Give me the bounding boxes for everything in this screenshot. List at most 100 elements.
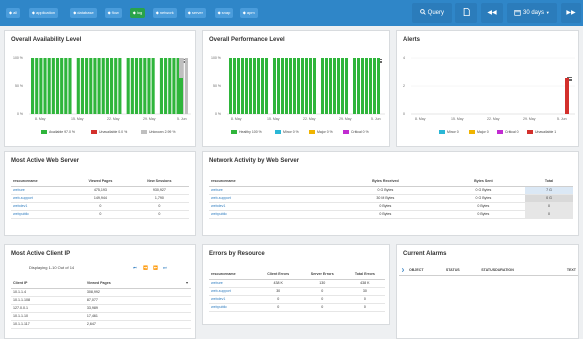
resource-link[interactable]: web-support [209,287,257,296]
client-ip-cell: 10.1.1.117 [11,320,85,329]
filter-tag-server[interactable]: ◆server [184,8,206,18]
filter-tag-snap[interactable]: ◆snap [214,8,234,18]
filter-tag-all[interactable]: ◆all [6,8,21,18]
filter-tag-label: server [191,10,203,15]
legend-item[interactable]: Available 97.0 % [41,130,75,135]
pager-last-icon[interactable]: ⏭ [163,265,167,270]
pager-next-icon[interactable]: ⏩ [153,265,158,270]
column-header[interactable]: Total Errors [344,269,385,280]
legend-item[interactable]: Critical 0 [497,130,519,135]
bar-mark [281,58,284,114]
table-row[interactable]: webpublic 0 Bytes 0 Bytes 0 [209,210,573,219]
date-range-select[interactable]: 30 days ▼ [507,3,557,23]
bar-mark [297,58,300,114]
legend-item[interactable]: Minor 0 [439,130,459,135]
table-row[interactable]: webure 475,193 930,927 [11,186,189,195]
table-cell-empty [183,288,191,297]
bar-mark [168,58,172,114]
filter-tag-application[interactable]: ◆application [28,8,59,18]
table-row[interactable]: web-support 30 M Bytes 0 G Bytes 0 G [209,194,573,203]
legend-item[interactable]: Unavailable 0.0 % [91,130,127,135]
bar-mark [85,58,89,114]
resource-link[interactable]: webure [209,186,329,195]
table-cell: 0 Bytes [441,202,525,211]
legend-item[interactable]: Critical 0 % [343,130,369,135]
table-row[interactable]: webure 0 G Bytes 0 G Bytes 7 G [209,186,573,195]
viewed-pages-cell: 33,989 [84,304,183,313]
document-icon [463,8,470,17]
query-button[interactable]: Query [412,3,452,23]
table-row[interactable]: webdev1 0 0 [11,202,189,211]
column-header[interactable]: TEXT [551,265,578,276]
column-header[interactable]: Total [525,176,573,187]
table-row[interactable]: 10.1.1.4 308,992 [11,288,191,297]
column-header[interactable]: Viewed Pages [71,176,130,187]
column-header[interactable]: STATUS [443,265,480,276]
next-range-button[interactable]: ▶▶ [561,3,581,23]
table-row[interactable]: webure 438 K 130 438 K [209,279,385,288]
column-header[interactable]: Bytes Sent [441,176,525,187]
resource-link[interactable]: webure [209,279,257,288]
resource-link[interactable]: webpublic [209,303,257,312]
column-header[interactable]: Viewed Pages [84,278,183,289]
column-header[interactable]: Client IP [11,278,85,289]
table-row[interactable]: webpublic 0 0 [11,210,189,219]
bar-mark [293,58,296,114]
column-header[interactable]: resourcename [209,269,257,280]
legend-item[interactable]: Unknown 2.99 % [141,130,175,135]
resource-link[interactable]: webure [11,186,72,195]
bar-mark [241,58,244,114]
resource-link[interactable]: web-support [11,194,72,203]
expand-chevron-icon[interactable]: ❯ [399,265,407,276]
table-row[interactable]: web-support 30 0 30 [209,287,385,296]
network-table: resourcename Bytes Received Bytes Sent T… [209,176,573,219]
filter-tag-flow[interactable]: ◆flow [104,8,122,18]
sort-desc-icon[interactable]: ▼ [183,278,191,289]
bar-mark [277,58,280,114]
filter-tag-apm[interactable]: ◆apm [239,8,258,18]
column-header[interactable]: Bytes Received [329,176,442,187]
table-row[interactable]: 10.1.1.108 87,077 [11,296,191,305]
legend-item[interactable]: Major 0 [469,130,489,135]
pager-first-icon[interactable]: ⏮ [133,265,137,270]
resource-link[interactable]: webdev1 [209,295,257,304]
column-header[interactable]: Client Errors [256,269,300,280]
resource-link[interactable]: webdev1 [209,202,329,211]
current-alarms-table: ❯ OBJECT STATUS STATUSDURATION TEXT [399,265,578,276]
table-row[interactable]: web-support 149,944 1,790 [11,194,189,203]
table-cell: 0 [525,210,573,219]
filter-tag-network[interactable]: ◆network [152,8,177,18]
table-row[interactable]: webpublic 0 0 0 [209,303,385,312]
filter-tag-database[interactable]: ◆database [70,8,97,18]
bar-mark [110,58,114,114]
table-cell: 0 [129,202,189,211]
table-cell: 7 G [525,186,573,195]
column-header[interactable]: Server Errors [299,269,345,280]
table-row[interactable]: webdev1 0 Bytes 0 Bytes 0 [209,202,573,211]
double-chevron-right-icon: ▶▶ [566,10,576,16]
pager-prev-icon[interactable]: ⏪ [143,265,148,270]
legend-item[interactable]: Minor 0 % [275,130,299,135]
legend-item[interactable]: Major 0 % [309,130,333,135]
column-header[interactable]: New Sessions [129,176,189,187]
legend-item[interactable]: Healthy 100 % [231,130,262,135]
filter-tag-log[interactable]: ◆log [129,8,146,18]
previous-range-button[interactable]: ◀◀ [481,3,503,23]
table-row[interactable]: 10.1.1.117 2,647 [11,320,191,329]
table-row[interactable]: 127.0.0.1 33,989 [11,304,191,313]
table-cell: 0 [525,202,573,211]
resource-link[interactable]: web-support [209,194,329,203]
legend-item[interactable]: Unavailable 1 [527,130,556,135]
column-header[interactable]: OBJECT [407,265,444,276]
resource-link[interactable]: webdev1 [11,202,72,211]
column-header[interactable]: resourcename [209,176,329,187]
resource-link[interactable]: webpublic [209,210,329,219]
x-tick: 22. May [107,117,120,121]
column-header[interactable]: STATUSDURATION [479,265,552,276]
resource-link[interactable]: webpublic [11,210,72,219]
table-row[interactable]: webdev1 0 0 0 [209,295,385,304]
bar-mark [93,58,97,114]
table-row[interactable]: 10.1.1.10 17,461 [11,312,191,321]
export-pdf-button[interactable] [455,3,477,23]
column-header[interactable]: resourcename [11,176,72,187]
